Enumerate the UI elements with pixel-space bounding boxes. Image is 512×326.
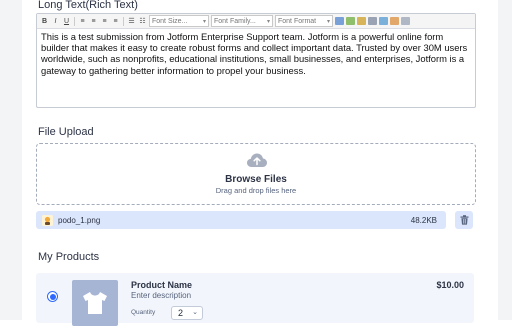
upload-cloud-icon bbox=[247, 153, 267, 167]
bullet-list-icon[interactable]: ☰ bbox=[127, 17, 136, 26]
rich-text-toolbar: B I U ≡ ≡ ≡ ≡ ☰ ☷ Font Size... ▾ Font Fam… bbox=[37, 14, 475, 29]
font-family-select[interactable]: Font Family... ▾ bbox=[211, 15, 273, 27]
radio-selected-dot bbox=[49, 293, 56, 300]
chevron-down-icon: ▾ bbox=[326, 18, 330, 25]
trash-icon bbox=[460, 215, 468, 225]
font-size-value: Font Size... bbox=[152, 17, 188, 25]
table-icon[interactable] bbox=[357, 17, 366, 25]
unlink-icon[interactable] bbox=[368, 17, 377, 25]
clear-format-icon[interactable] bbox=[390, 17, 399, 25]
product-image bbox=[72, 280, 118, 326]
quantity-value: 2 bbox=[178, 308, 184, 318]
font-format-value: Font Format bbox=[278, 17, 317, 25]
underline-button[interactable]: U bbox=[62, 17, 71, 26]
chevron-down-icon: ⌄ bbox=[192, 309, 198, 316]
code-icon[interactable] bbox=[379, 17, 388, 25]
font-family-value: Font Family... bbox=[214, 17, 256, 25]
right-gutter bbox=[498, 0, 512, 320]
my-products-label: My Products bbox=[38, 251, 100, 263]
t-shirt-icon bbox=[83, 292, 107, 314]
chevron-down-icon: ▾ bbox=[266, 18, 270, 25]
file-name: podo_1.png bbox=[58, 215, 101, 225]
product-description: Enter description bbox=[131, 291, 192, 300]
file-size: 48.2KB bbox=[410, 215, 437, 225]
file-thumbnail-icon bbox=[42, 214, 53, 226]
file-dropzone[interactable]: Browse Files Drag and drop files here bbox=[36, 143, 476, 205]
font-size-select[interactable]: Font Size... ▾ bbox=[149, 15, 209, 27]
html-icon[interactable] bbox=[401, 17, 410, 25]
rich-text-content[interactable]: This is a test submission from Jotform E… bbox=[37, 29, 475, 78]
product-item[interactable]: Product Name Enter description $10.00 Qu… bbox=[36, 273, 474, 326]
delete-file-button[interactable] bbox=[455, 211, 473, 229]
bold-button[interactable]: B bbox=[40, 17, 49, 26]
numbered-list-icon[interactable]: ☷ bbox=[138, 17, 147, 26]
chevron-down-icon: ▾ bbox=[202, 18, 206, 25]
toolbar-divider bbox=[74, 16, 75, 26]
italic-button[interactable]: I bbox=[51, 17, 60, 26]
left-gutter bbox=[0, 0, 22, 320]
font-format-select[interactable]: Font Format ▾ bbox=[275, 15, 333, 27]
rich-text-editor[interactable]: B I U ≡ ≡ ≡ ≡ ☰ ☷ Font Size... ▾ Font Fam… bbox=[36, 13, 476, 108]
align-center-icon[interactable]: ≡ bbox=[89, 17, 98, 26]
file-upload-label: File Upload bbox=[38, 126, 94, 138]
align-left-icon[interactable]: ≡ bbox=[78, 17, 87, 26]
browse-files-title[interactable]: Browse Files bbox=[37, 174, 475, 185]
drag-drop-hint: Drag and drop files here bbox=[215, 186, 297, 195]
image-icon[interactable] bbox=[346, 17, 355, 25]
justify-icon[interactable]: ≡ bbox=[111, 17, 120, 26]
align-right-icon[interactable]: ≡ bbox=[100, 17, 109, 26]
product-name: Product Name bbox=[131, 280, 193, 290]
long-text-label: Long Text(Rich Text) bbox=[38, 0, 138, 11]
product-price: $10.00 bbox=[436, 280, 464, 290]
quantity-select[interactable]: 2 ⌄ bbox=[171, 306, 203, 320]
product-radio[interactable] bbox=[47, 291, 58, 302]
link-icon[interactable] bbox=[335, 17, 344, 25]
uploaded-file: podo_1.png 48.2KB bbox=[36, 211, 446, 229]
quantity-label: Quantity bbox=[131, 309, 156, 316]
toolbar-divider bbox=[123, 16, 124, 26]
